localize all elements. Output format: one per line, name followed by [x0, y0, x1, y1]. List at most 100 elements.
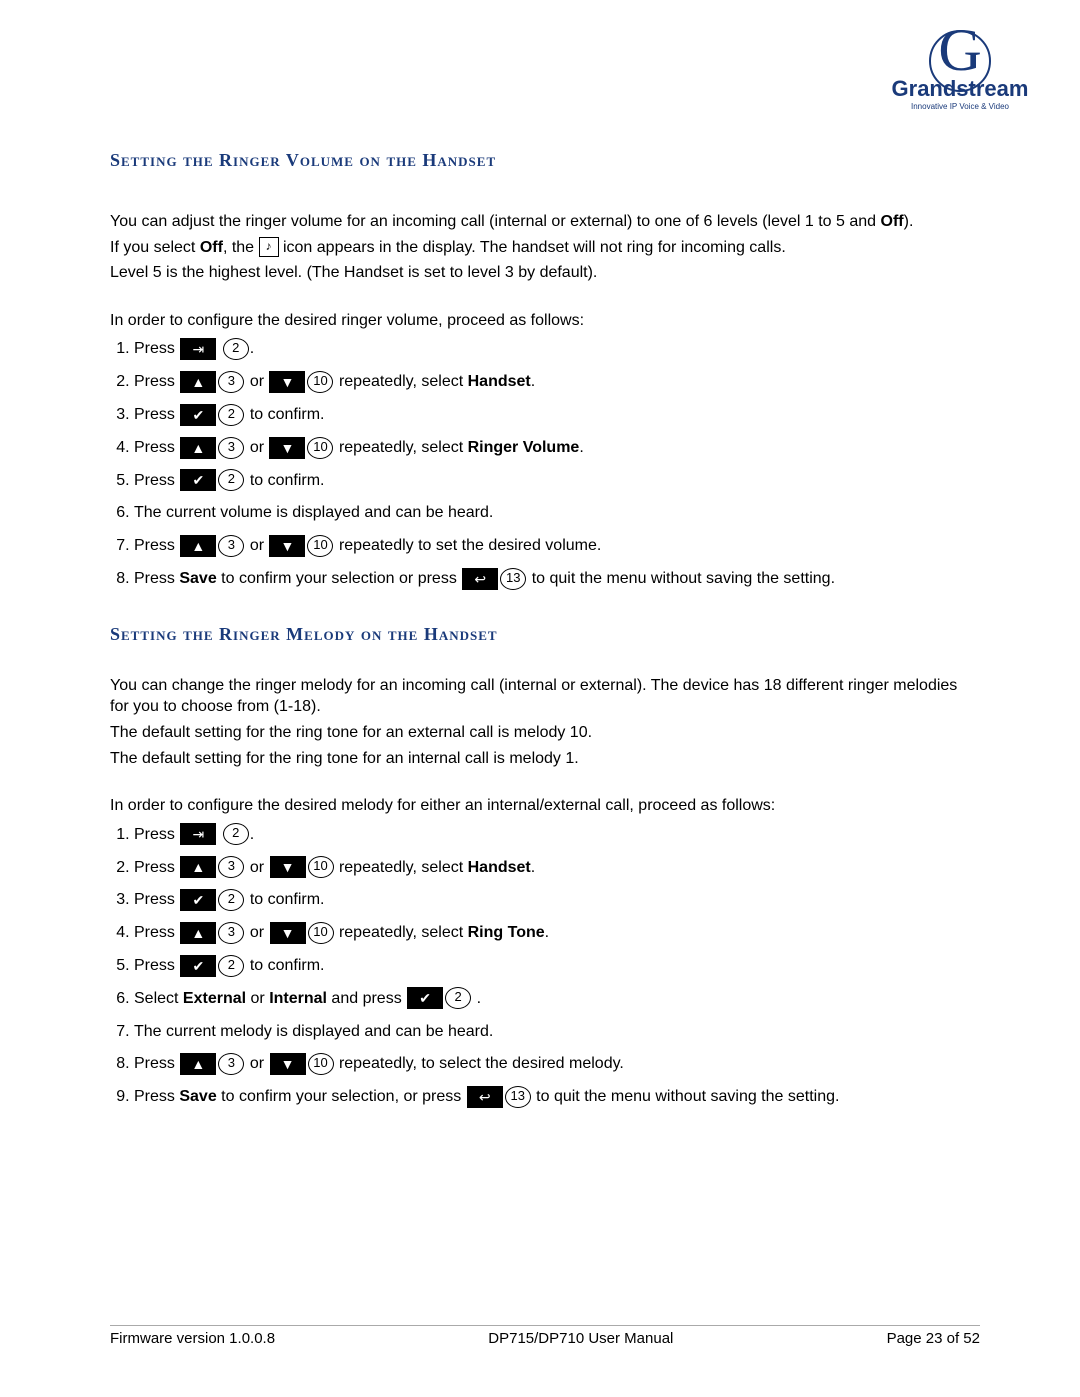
text: repeatedly, select [339, 439, 468, 456]
key-number: 3 [218, 535, 244, 557]
key-number: 10 [307, 437, 333, 459]
text: to confirm your selection or press [217, 570, 462, 587]
key-number: 3 [218, 371, 244, 393]
steps-list-melody: Press ⇥ 2. Press ▲3 or ▼10 repeatedly, s… [110, 821, 980, 1112]
text: to confirm. [250, 957, 325, 974]
text: Press [134, 891, 175, 908]
step: Press ▲3 or ▼10 repeatedly, select Hands… [134, 854, 980, 883]
key-number: 3 [218, 437, 244, 459]
body-text: You can adjust the ringer volume for an … [110, 211, 980, 233]
text: . [531, 373, 535, 390]
text: Press [134, 570, 179, 587]
text: Press [134, 1055, 175, 1072]
text: , the [223, 239, 259, 256]
up-key-icon: ▲ [180, 535, 216, 557]
text: Press [134, 957, 175, 974]
text: repeatedly, to select the desired melody… [339, 1055, 624, 1072]
step: Press Save to confirm your selection, or… [134, 1083, 980, 1112]
step: Select External or Internal and press ✔2… [134, 985, 980, 1014]
step: The current melody is displayed and can … [134, 1018, 980, 1047]
body-text: In order to configure the desired melody… [110, 795, 980, 817]
footer-page: Page 23 of 52 [887, 1330, 980, 1347]
check-key-icon: ✔ [180, 889, 216, 911]
key-number: 10 [308, 922, 334, 944]
menu-key-icon: ⇥ [180, 823, 216, 845]
step: Press ⇥ 2. [134, 821, 980, 850]
text: repeatedly to set the desired volume. [339, 537, 601, 554]
text-bold: Save [179, 1088, 216, 1105]
text: Press [134, 340, 179, 357]
check-key-icon: ✔ [180, 404, 216, 426]
mute-icon: ♪ [259, 237, 279, 257]
up-key-icon: ▲ [180, 922, 216, 944]
up-key-icon: ▲ [180, 856, 216, 878]
step: Press ▲3 or ▼10 repeatedly, to select th… [134, 1050, 980, 1079]
text: . [579, 439, 583, 456]
key-number: 2 [218, 404, 244, 426]
text: You can adjust the ringer volume for an … [110, 213, 881, 230]
text: to quit the menu without saving the sett… [536, 1088, 839, 1105]
page-footer: Firmware version 1.0.0.8 DP715/DP710 Use… [110, 1325, 980, 1347]
text-bold: External [183, 990, 246, 1007]
text: to confirm your selection, or press [217, 1088, 466, 1105]
text: to confirm. [250, 472, 325, 489]
key-number: 3 [218, 922, 244, 944]
key-number: 10 [307, 371, 333, 393]
text: to confirm. [250, 406, 325, 423]
text: or [250, 537, 269, 554]
section-heading-volume: Setting the Ringer Volume on the Handset [110, 150, 980, 171]
text: If you select [110, 239, 200, 256]
down-key-icon: ▼ [270, 922, 306, 944]
text-bold: Off [200, 239, 223, 256]
up-key-icon: ▲ [180, 437, 216, 459]
text: Press [134, 924, 175, 941]
text-bold: Ringer Volume [468, 439, 580, 456]
text-bold: Handset [468, 373, 531, 390]
down-key-icon: ▼ [269, 371, 305, 393]
text: or [250, 924, 264, 941]
text-bold: Handset [468, 859, 531, 876]
text: Press [134, 373, 175, 390]
menu-key-icon: ⇥ [180, 338, 216, 360]
key-number: 3 [218, 856, 244, 878]
down-key-icon: ▼ [269, 535, 305, 557]
text: repeatedly, select [339, 924, 468, 941]
text-bold: Save [179, 570, 216, 587]
step: The current volume is displayed and can … [134, 499, 980, 528]
brand-tagline: Innovative IP Voice & Video [890, 102, 1030, 111]
text: repeatedly, select [339, 859, 468, 876]
text-bold: Ring Tone [468, 924, 545, 941]
footer-title: DP715/DP710 User Manual [488, 1330, 673, 1347]
body-text: The default setting for the ring tone fo… [110, 748, 980, 770]
text: Press [134, 439, 175, 456]
logo-g-icon: G [929, 30, 991, 92]
text: Press [134, 406, 175, 423]
up-key-icon: ▲ [180, 371, 216, 393]
body-text: You can change the ringer melody for an … [110, 675, 980, 718]
text-bold: Internal [269, 990, 327, 1007]
text: Press [134, 859, 175, 876]
key-number: 2 [218, 889, 244, 911]
key-number: 10 [307, 535, 333, 557]
steps-list-volume: Press ⇥ 2. Press ▲3 or ▼10 repeatedly, s… [110, 335, 980, 593]
key-number: 10 [308, 1053, 334, 1075]
text: repeatedly, select [339, 373, 468, 390]
key-number: 13 [505, 1086, 531, 1108]
text: . [477, 990, 481, 1007]
key-number: 2 [223, 338, 249, 360]
body-text: If you select Off, the ♪ icon appears in… [110, 237, 980, 259]
text: or [250, 373, 269, 390]
back-key-icon: ↩ [462, 568, 498, 590]
footer-firmware: Firmware version 1.0.0.8 [110, 1330, 275, 1347]
step: Press ✔2 to confirm. [134, 952, 980, 981]
key-number: 2 [223, 823, 249, 845]
step: Press ✔2 to confirm. [134, 401, 980, 430]
key-number: 2 [218, 955, 244, 977]
text: Select [134, 990, 183, 1007]
down-key-icon: ▼ [270, 1053, 306, 1075]
text: . [531, 859, 535, 876]
text: Press [134, 1088, 179, 1105]
step: Press ⇥ 2. [134, 335, 980, 364]
text: to quit the menu without saving the sett… [532, 570, 835, 587]
brand-logo: G Grandstream Innovative IP Voice & Vide… [890, 20, 1030, 111]
